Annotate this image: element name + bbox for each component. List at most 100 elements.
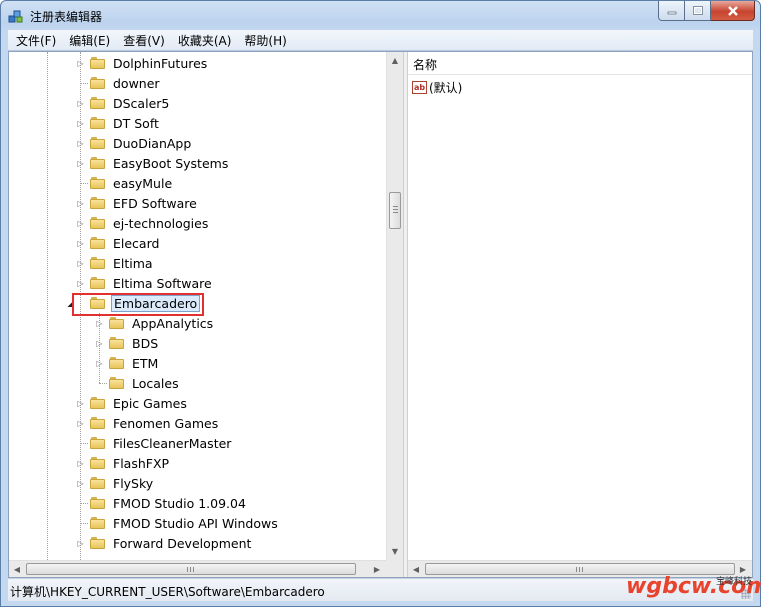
menu-edit[interactable]: 编辑(E) [64,32,115,49]
window-title: 注册表编辑器 [30,10,103,24]
collapsed-arrow-icon[interactable]: ▷ [76,279,85,288]
tree-node[interactable]: ▷ BDS [95,333,160,353]
tree-node[interactable]: ▷FMOD Studio API Windows [76,513,280,533]
collapsed-arrow-icon[interactable]: ▷ [76,59,85,68]
close-button[interactable] [711,1,755,21]
tree-node-label[interactable]: Eltima [111,255,155,272]
tree-node[interactable]: ▷ Eltima [76,253,155,273]
menu-help[interactable]: 帮助(H) [239,32,291,49]
folder-icon [109,336,125,350]
collapsed-arrow-icon[interactable]: ▷ [76,119,85,128]
tree-node-label[interactable]: FilesCleanerMaster [111,435,233,452]
list-item[interactable]: ab (默认) [412,79,462,96]
collapsed-arrow-icon[interactable]: ▷ [76,399,85,408]
menu-view[interactable]: 查看(V) [118,32,170,49]
folder-icon [90,416,106,430]
tree-node[interactable]: ▷ ej-technologies [76,213,210,233]
menu-file[interactable]: 文件(F) [11,32,61,49]
scroll-down-icon[interactable]: ▼ [387,543,403,559]
tree-node[interactable]: ▷ EasyBoot Systems [76,153,230,173]
collapsed-arrow-icon[interactable]: ▷ [76,459,85,468]
collapsed-arrow-icon[interactable]: ▷ [76,239,85,248]
scroll-left-icon[interactable]: ◀ [408,561,424,577]
collapsed-arrow-icon[interactable]: ▷ [76,99,85,108]
tree-node[interactable]: ▷ ETM [95,353,160,373]
tree-node[interactable]: ▷ DT Soft [76,113,161,133]
tree-node[interactable]: ▷ FlySky [76,473,155,493]
column-name-header[interactable]: 名称 [413,56,437,73]
tree-node-label[interactable]: ETM [130,355,160,372]
tree-node-label[interactable]: FMOD Studio 1.09.04 [111,495,248,512]
tree-node[interactable]: ▷downer [76,73,162,93]
tree-node[interactable]: ▷ DuoDianApp [76,133,193,153]
collapsed-arrow-icon[interactable]: ▷ [95,319,104,328]
collapsed-arrow-icon[interactable]: ▷ [76,199,85,208]
tree-node-label[interactable]: Elecard [111,235,161,252]
tree-node-label[interactable]: FlySky [111,475,155,492]
window-controls [658,1,755,21]
tree-node-label[interactable]: Forward Development [111,535,253,552]
key-tree[interactable]: ▷DolphinFutures▷downer▷DScaler5▷DT Soft▷… [9,52,386,560]
tree-node-label[interactable]: easyMule [111,175,174,192]
tree-node[interactable]: ▷ DolphinFutures [76,53,209,73]
minimize-button[interactable] [658,1,685,21]
collapsed-arrow-icon[interactable]: ▷ [95,339,104,348]
tree-node-label[interactable]: Eltima Software [111,275,214,292]
tree-node-label[interactable]: DT Soft [111,115,161,132]
tree-horizontal-scroll-thumb[interactable] [26,563,356,575]
tree-node-label[interactable]: downer [111,75,162,92]
collapsed-arrow-icon[interactable]: ▷ [76,159,85,168]
folder-icon [90,536,106,550]
tree-node-label[interactable]: BDS [130,335,160,352]
tree-node[interactable]: ▷ AppAnalytics [95,313,215,333]
title-bar[interactable]: 注册表编辑器 [1,1,760,30]
tree-node[interactable]: ▷FilesCleanerMaster [76,433,233,453]
tree-node[interactable]: ▷ FlashFXP [76,453,171,473]
tree-node-label[interactable]: DolphinFutures [111,55,209,72]
tree-node-label[interactable]: ej-technologies [111,215,210,232]
tree-node[interactable]: ▷ EFD Software [76,193,199,213]
tree-node[interactable]: ▷ Eltima Software [76,273,214,293]
tree-node-label[interactable]: Locales [130,375,181,392]
tree-node[interactable]: ▷Locales [95,373,181,393]
collapsed-arrow-icon[interactable]: ▷ [76,219,85,228]
tree-node[interactable]: ▷ Elecard [76,233,161,253]
collapsed-arrow-icon[interactable]: ▷ [76,539,85,548]
folder-icon [90,76,106,90]
client-area: ▷DolphinFutures▷downer▷DScaler5▷DT Soft▷… [8,51,753,578]
values-list[interactable]: ab (默认) [408,74,752,560]
tree-vertical-scrollbar[interactable]: ▲ ▼ [386,52,403,560]
maximize-icon [692,6,703,15]
folder-icon [109,376,125,390]
folder-icon [90,156,106,170]
collapsed-arrow-icon[interactable]: ▷ [76,139,85,148]
tree-node-label[interactable]: AppAnalytics [130,315,215,332]
tree-node-label[interactable]: Epic Games [111,395,189,412]
tree-node[interactable]: ▷ Forward Development [76,533,253,553]
tree-node-label[interactable]: EasyBoot Systems [111,155,230,172]
tree-node[interactable]: ▷ DScaler5 [76,93,171,113]
tree-node[interactable]: ▷easyMule [76,173,174,193]
tree-node-label[interactable]: DScaler5 [111,95,171,112]
tree-node[interactable]: ▷ Epic Games [76,393,189,413]
tree-node-label[interactable]: EFD Software [111,195,199,212]
menu-favorites[interactable]: 收藏夹(A) [173,32,237,49]
tree-node-label[interactable]: DuoDianApp [111,135,193,152]
tree-node-label[interactable]: FMOD Studio API Windows [111,515,280,532]
collapsed-arrow-icon[interactable]: ▷ [76,479,85,488]
tree-node-label[interactable]: Fenomen Games [111,415,220,432]
tree-node[interactable]: ▷ Fenomen Games [76,413,220,433]
tree-node-label[interactable]: FlashFXP [111,455,171,472]
tree-horizontal-scrollbar[interactable]: ◀ ▶ [9,560,386,577]
maximize-button[interactable] [685,1,711,21]
scroll-right-icon[interactable]: ▶ [369,561,385,577]
tree-vertical-scroll-thumb[interactable] [389,192,401,229]
scroll-left-icon[interactable]: ◀ [9,561,25,577]
collapsed-arrow-icon[interactable]: ▷ [76,259,85,268]
scroll-up-icon[interactable]: ▲ [387,52,403,68]
collapsed-arrow-icon[interactable]: ▷ [76,419,85,428]
tree-node[interactable]: ▷FMOD Studio 1.09.04 [76,493,248,513]
list-column-header[interactable]: 名称 [408,52,752,75]
collapsed-arrow-icon[interactable]: ▷ [95,359,104,368]
scrollbar-corner [386,560,403,577]
